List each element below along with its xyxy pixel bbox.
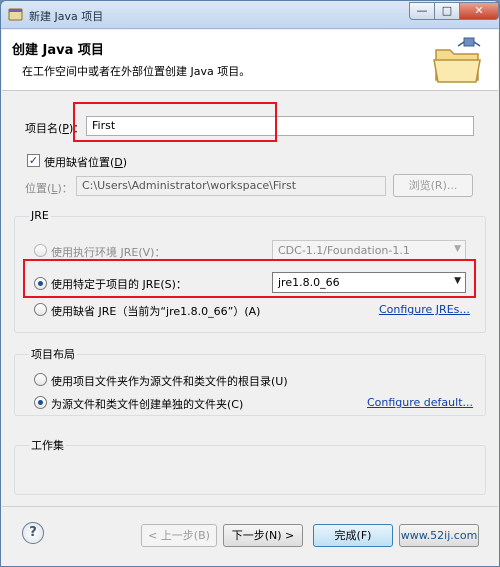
chevron-down-icon: ▼ [454,244,461,254]
folder-wizard-icon [433,37,481,83]
project-layout-group-title: 项目布局 [29,346,77,362]
configure-default-link[interactable]: Configure default... [367,396,473,409]
radio-default-jre[interactable] [34,303,47,316]
radio-separate-folders[interactable] [34,396,47,409]
help-icon[interactable]: ? [22,522,44,544]
working-sets-group-title: 工作集 [29,437,66,453]
highlight-box-project-name [73,102,277,142]
wizard-title: 创建 Java 项目 [12,43,104,58]
browse-button[interactable]: 浏览(R)... [393,174,473,197]
new-java-project-dialog: 新建 Java 项目 — □ ✕ 创建 Java 项目 在工作空间中或者在外部位… [0,0,500,567]
project-folder-root-label: 使用项目文件夹作为源文件和类文件的根目录(U) [51,375,288,388]
finish-button[interactable]: 完成(F) [313,524,393,547]
execution-env-combo-value: CDC-1.1/Foundation-1.1 [278,244,410,257]
radio-execution-env-jre[interactable] [34,244,47,257]
footer-divider [2,506,498,507]
working-sets-group [14,445,486,495]
watermark-text: www.52ij.com [399,524,479,547]
default-jre-label: 使用缺省 JRE（当前为“jre1.8.0_66”）(A) [51,305,261,318]
close-button[interactable]: ✕ [459,2,499,20]
location-input[interactable]: C:\Users\Administrator\workspace\First [76,176,386,196]
configure-jres-link[interactable]: Configure JREs... [379,303,470,316]
default-location-label: 使用缺省位置(D) [44,156,128,169]
execution-env-combo[interactable]: CDC-1.1/Foundation-1.1 ▼ [272,240,466,261]
title-bar[interactable]: 新建 Java 项目 — □ ✕ [1,1,499,29]
location-label: 位置(L)： [25,182,73,195]
back-button[interactable]: < 上一步(B) [141,524,217,547]
highlight-box-jre [23,259,476,298]
default-location-checkbox[interactable]: ✓ [27,154,40,167]
jre-group-title: JRE [29,209,51,222]
maximize-button[interactable]: □ [434,2,460,20]
eclipse-app-icon [8,8,23,21]
next-button[interactable]: 下一步(N) > [223,524,303,547]
radio-project-folder-root[interactable] [34,373,47,386]
wizard-header: 创建 Java 项目 在工作空间中或者在外部位置创建 Java 项目。 [2,30,498,91]
wizard-description: 在工作空间中或者在外部位置创建 Java 项目。 [22,65,251,78]
separate-folders-label: 为源文件和类文件创建单独的文件夹(C) [51,398,244,411]
window-title: 新建 Java 项目 [29,10,104,23]
execution-env-jre-label: 使用执行环境 JRE(V)： [51,246,166,259]
minimize-button[interactable]: — [409,2,435,20]
